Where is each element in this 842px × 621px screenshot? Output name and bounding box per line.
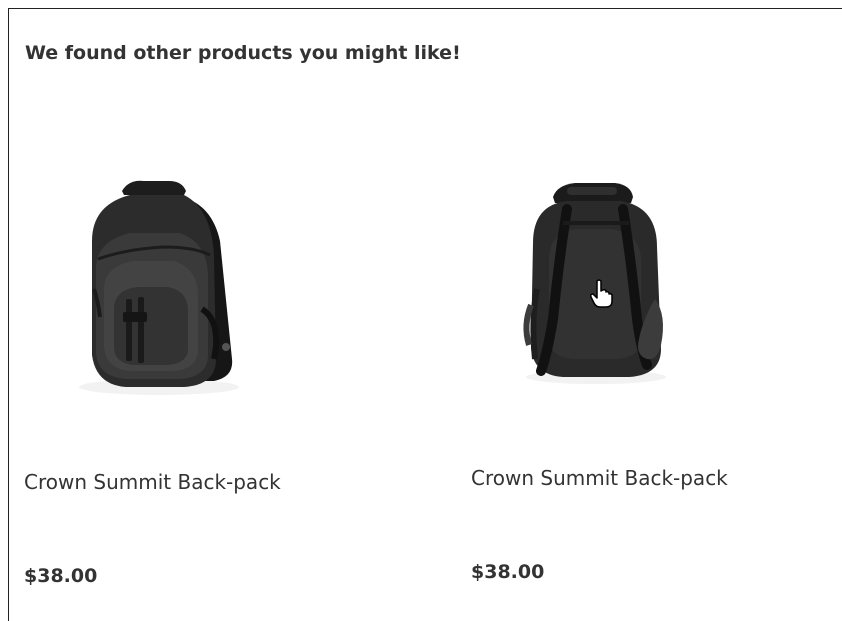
- backpack-front-image[interactable]: [34, 149, 294, 409]
- recommendations-heading: We found other products you might like!: [25, 42, 461, 64]
- product-price: $38.00: [24, 565, 98, 587]
- product-name-link[interactable]: Crown Summit Back-pack: [471, 461, 731, 495]
- product-price: $38.00: [471, 561, 545, 583]
- product-card[interactable]: Crown Summit Back-pack $38.00: [471, 149, 771, 583]
- product-name-link[interactable]: Crown Summit Back-pack: [24, 465, 284, 499]
- recommendations-panel: We found other products you might like! …: [8, 8, 842, 621]
- backpack-back-image[interactable]: [471, 149, 731, 409]
- product-card[interactable]: Crown Summit Back-pack $38.00: [24, 149, 324, 587]
